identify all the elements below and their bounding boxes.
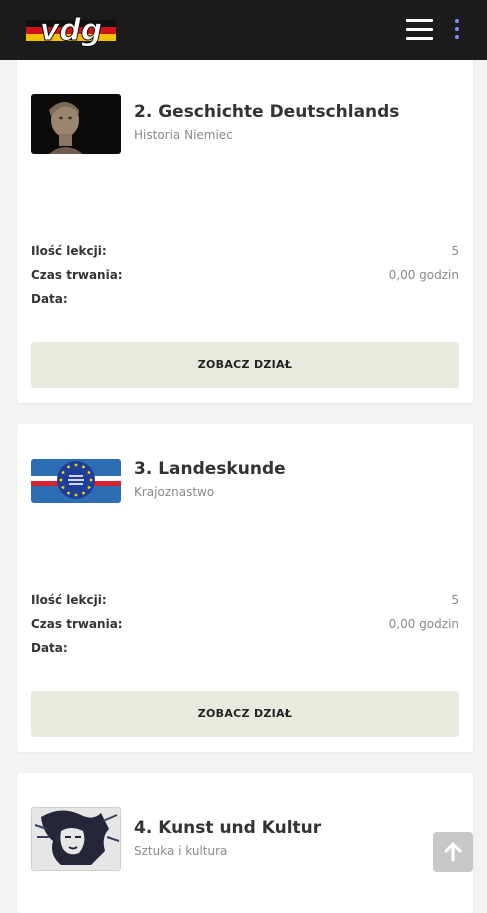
lessons-row: Ilość lekcji: 5 xyxy=(31,244,459,260)
duration-label: Czas trwania: xyxy=(31,617,123,631)
vertical-dots-icon[interactable] xyxy=(452,19,462,41)
hamburger-icon[interactable] xyxy=(406,19,433,41)
arrow-up-icon xyxy=(444,842,462,862)
top-bar: vdg xyxy=(0,0,487,60)
view-section-button[interactable]: ZOBACZ DZIAŁ xyxy=(31,342,459,388)
lessons-value: 5 xyxy=(451,593,459,607)
course-title[interactable]: 3. Landeskunde xyxy=(134,459,286,479)
course-card: 4. Kunst und Kultur Sztuka i kultura xyxy=(17,773,473,913)
bust-sculpture-image xyxy=(31,94,121,154)
lessons-label: Ilość lekcji: xyxy=(31,244,107,258)
view-section-button[interactable]: ZOBACZ DZIAŁ xyxy=(31,691,459,737)
date-row: Data: xyxy=(31,292,459,308)
duration-row: Czas trwania: 0,00 godzin xyxy=(31,268,459,284)
course-title[interactable]: 2. Geschichte Deutschlands xyxy=(134,102,399,122)
scroll-to-top-button[interactable] xyxy=(433,832,473,872)
date-label: Data: xyxy=(31,641,68,655)
course-subtitle: Historia Niemiec xyxy=(134,128,233,142)
duration-label: Czas trwania: xyxy=(31,268,123,282)
course-subtitle: Krajoznastwo xyxy=(134,485,215,499)
lessons-label: Ilość lekcji: xyxy=(31,593,107,607)
vdg-logo[interactable]: vdg xyxy=(26,12,116,48)
eu-flag-image xyxy=(31,459,121,503)
svg-text:vdg: vdg xyxy=(40,13,103,48)
date-row: Data: xyxy=(31,641,459,657)
duration-value: 0,00 godzin xyxy=(388,268,459,282)
course-subtitle: Sztuka i kultura xyxy=(134,844,228,858)
lessons-value: 5 xyxy=(451,244,459,258)
date-label: Data: xyxy=(31,292,68,306)
course-card: 2. Geschichte Deutschlands Historia Niem… xyxy=(17,55,473,403)
lessons-row: Ilość lekcji: 5 xyxy=(31,593,459,609)
duration-row: Czas trwania: 0,00 godzin xyxy=(31,617,459,633)
course-card: 3. Landeskunde Krajoznastwo Ilość lekcji… xyxy=(17,424,473,752)
course-title[interactable]: 4. Kunst und Kultur xyxy=(134,818,321,838)
duration-value: 0,00 godzin xyxy=(388,617,459,631)
beethoven-graffiti-image xyxy=(31,807,121,871)
